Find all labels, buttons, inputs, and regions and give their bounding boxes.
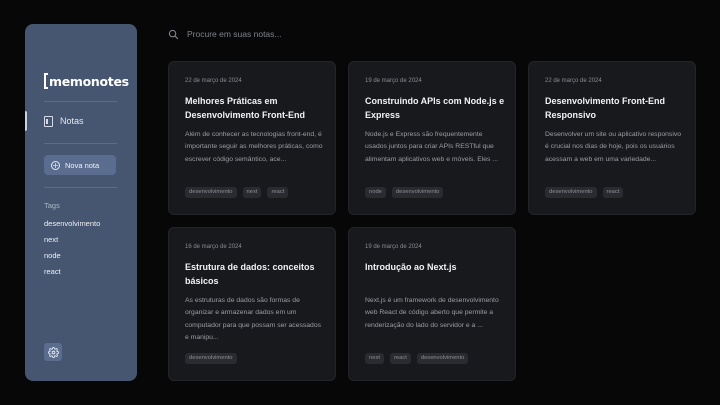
sidebar-tag-react[interactable]: react xyxy=(44,267,61,276)
note-date: 22 de março de 2024 xyxy=(545,78,602,84)
sidebar-divider xyxy=(44,143,117,144)
note-tags: desenvolvimento next react xyxy=(185,187,289,198)
sidebar-divider xyxy=(44,187,117,188)
note-title: Melhores Práticas em Desenvolvimento Fro… xyxy=(185,96,306,120)
note-tags: desenvolvimento xyxy=(185,353,237,364)
note-date: 16 de março de 2024 xyxy=(185,244,242,250)
note-tag[interactable]: desenvolvimento xyxy=(416,353,469,364)
note-excerpt: Desenvolver um site ou aplicativo respon… xyxy=(545,131,682,163)
note-tag[interactable]: desenvolvimento xyxy=(185,353,237,364)
sidebar-item-label: Notas xyxy=(60,116,84,126)
tags-heading: Tags xyxy=(44,201,60,210)
app-logo[interactable]: memonotes xyxy=(44,73,129,89)
note-date: 19 de março de 2024 xyxy=(365,244,422,250)
note-tag[interactable]: desenvolvimento xyxy=(391,187,444,198)
note-tag[interactable]: desenvolvimento xyxy=(545,187,597,198)
search-bar xyxy=(168,27,468,41)
search-input[interactable] xyxy=(187,29,447,39)
sidebar: memonotes Notas + Nova nota Tags desenvo… xyxy=(25,24,137,381)
note-tags: next react desenvolvimento xyxy=(365,353,469,364)
note-tag[interactable]: react xyxy=(389,353,411,364)
note-tag[interactable]: react xyxy=(267,187,289,198)
note-card[interactable]: 22 de março de 2024 Desenvolvimento Fron… xyxy=(528,61,696,215)
note-date: 22 de março de 2024 xyxy=(185,78,242,84)
sidebar-tag-desenvolvimento[interactable]: desenvolvimento xyxy=(44,219,100,228)
sidebar-item-notas[interactable]: Notas xyxy=(44,113,84,129)
note-title: Construindo APIs com Node.js e Express xyxy=(365,96,505,120)
note-tags: node desenvolvimento xyxy=(365,187,444,198)
sidebar-tag-node[interactable]: node xyxy=(44,251,61,260)
note-excerpt: Node.js e Express são frequentemente usa… xyxy=(365,131,498,163)
note-card[interactable]: 22 de março de 2024 Melhores Práticas em… xyxy=(168,61,336,215)
note-card[interactable]: 19 de março de 2024 Construindo APIs com… xyxy=(348,61,516,215)
note-date: 19 de março de 2024 xyxy=(365,78,422,84)
sidebar-tag-next[interactable]: next xyxy=(44,235,58,244)
notes-icon xyxy=(44,115,53,127)
note-card[interactable]: 16 de março de 2024 Estrutura de dados: … xyxy=(168,227,336,381)
note-excerpt: As estruturas de dados são formas de org… xyxy=(185,297,322,342)
sidebar-divider xyxy=(44,101,117,102)
note-tag[interactable]: node xyxy=(365,187,386,198)
active-nav-indicator xyxy=(25,111,27,131)
note-excerpt: Além de conhecer as tecnologias front-en… xyxy=(185,131,323,163)
plus-circle-icon: + xyxy=(51,160,60,170)
note-tag[interactable]: desenvolvimento xyxy=(185,187,237,198)
new-note-label: Nova nota xyxy=(65,160,100,170)
search-icon xyxy=(168,29,179,39)
note-excerpt: Next.js é um framework de desenvolviment… xyxy=(365,297,499,329)
logo-bracket-icon xyxy=(44,73,48,89)
note-tag[interactable]: next xyxy=(365,353,384,364)
note-title: Estrutura de dados: conceitos básicos xyxy=(185,262,315,286)
gear-icon xyxy=(47,346,59,358)
settings-button[interactable] xyxy=(44,343,62,361)
new-note-button[interactable]: + Nova nota xyxy=(44,155,116,175)
note-tags: desenvolvimento react xyxy=(545,187,624,198)
note-title: Introdução ao Next.js xyxy=(365,262,457,272)
logo-text: memonotes xyxy=(49,73,129,89)
note-tag[interactable]: next xyxy=(242,187,262,198)
note-tag[interactable]: react xyxy=(602,187,624,198)
note-card[interactable]: 19 de março de 2024 Introdução ao Next.j… xyxy=(348,227,516,381)
note-title: Desenvolvimento Front-End Responsivo xyxy=(545,96,666,120)
